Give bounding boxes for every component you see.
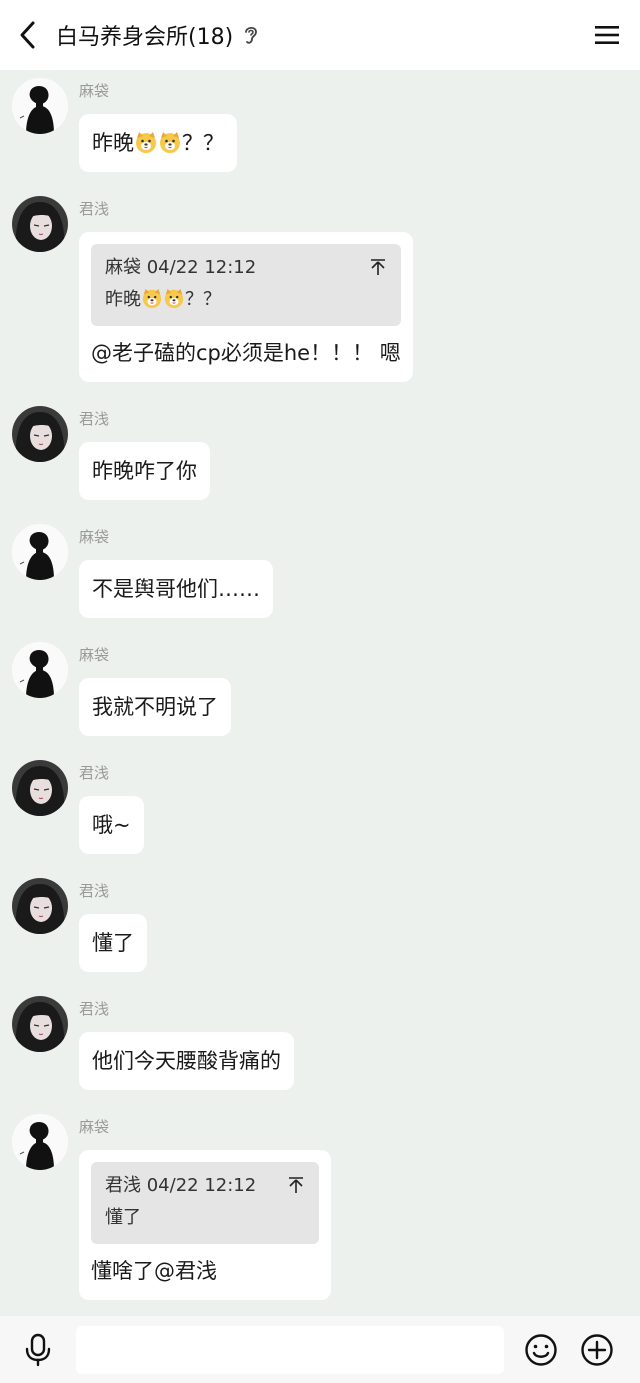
message-row: 君浅 懂了 (0, 878, 640, 972)
dog-emoji-icon (142, 288, 162, 309)
sender-name: 君浅 (79, 1000, 110, 1018)
message-bubble[interactable]: 不是舆哥他们…… (79, 560, 273, 618)
message-text: 哦~ (92, 813, 131, 837)
message-text: @老子磕的cp必须是he！！！ 嗯 (91, 341, 401, 365)
message-bubble[interactable]: 昨晚咋了你 (79, 442, 210, 500)
message-bubble[interactable]: 麻袋 04/22 12:12 昨晚 ？？ @老子磕的cp必须是he！！！ 嗯 (79, 232, 413, 382)
message-text: 懂啥了@君浅 (91, 1259, 217, 1283)
message-bubble[interactable]: 哦~ (79, 796, 144, 854)
sender-name: 君浅 (79, 200, 110, 218)
back-button[interactable] (0, 0, 56, 70)
message-row: 君浅 麻袋 04/22 12:12 昨晚 ？？ @老子磕的cp必须是he！！！ 嗯 (0, 196, 640, 382)
hamburger-menu-icon (595, 26, 619, 44)
avatar[interactable] (12, 196, 68, 252)
sender-name: 君浅 (79, 882, 110, 900)
quote-header: 君浅 04/22 12:12 (105, 1175, 257, 1196)
sender-name: 麻袋 (79, 82, 110, 100)
jump-to-quote-icon[interactable] (287, 1176, 305, 1194)
avatar[interactable] (12, 878, 68, 934)
avatar[interactable] (12, 78, 68, 134)
chat-message-list[interactable]: 麻袋 昨晚 ？？ 君浅 麻袋 04/22 12:12 昨晚 ？？ @老子磕的cp必须… (0, 70, 640, 1316)
microphone-icon (25, 1333, 51, 1366)
chat-title: 白马养身会所(18) (56, 25, 234, 50)
avatar[interactable] (12, 996, 68, 1052)
avatar[interactable] (12, 524, 68, 580)
quoted-message[interactable]: 麻袋 04/22 12:12 昨晚 ？？ (91, 244, 401, 326)
message-text: 懂了 (92, 931, 134, 955)
message-bubble[interactable]: 我就不明说了 (79, 678, 231, 736)
quote-text: 昨晚 ？？ (105, 286, 387, 314)
message-text: 昨晚咋了你 (92, 459, 197, 483)
message-row: 君浅 昨晚咋了你 (0, 406, 640, 500)
chevron-left-icon (20, 21, 35, 49)
message-row: 麻袋 我就不明说了 (0, 642, 640, 736)
sender-name: 麻袋 (79, 528, 110, 546)
chat-title-group[interactable]: 白马养身会所(18) (56, 19, 259, 51)
message-text: 他们今天腰酸背痛的 (92, 1049, 281, 1073)
message-text: 不是舆哥他们…… (92, 577, 260, 601)
smiley-icon[interactable] (524, 1333, 558, 1367)
jump-to-quote-icon[interactable] (369, 258, 387, 276)
message-bubble[interactable]: 他们今天腰酸背痛的 (79, 1032, 294, 1090)
input-bar (0, 1316, 640, 1383)
sender-name: 君浅 (79, 410, 110, 428)
quote-suffix: ？？ (185, 289, 221, 310)
message-bubble[interactable]: 懂了 (79, 914, 147, 972)
sender-name: 君浅 (79, 764, 110, 782)
quoted-message[interactable]: 君浅 04/22 12:12 懂了 (91, 1162, 319, 1244)
dog-emoji-icon (135, 131, 157, 154)
plus-circle-icon[interactable] (580, 1333, 614, 1367)
quote-header: 麻袋 04/22 12:12 (105, 257, 257, 278)
ear-icon (243, 24, 259, 46)
message-row: 君浅 哦~ (0, 760, 640, 854)
dog-emoji-icon (164, 288, 184, 309)
avatar[interactable] (12, 406, 68, 462)
message-row: 君浅 他们今天腰酸背痛的 (0, 996, 640, 1090)
dog-emoji-icon (159, 131, 181, 154)
menu-button[interactable] (592, 20, 622, 50)
message-text: 我就不明说了 (92, 695, 218, 719)
message-row: 麻袋 昨晚 ？？ (0, 78, 640, 172)
avatar[interactable] (12, 1114, 68, 1170)
message-input[interactable] (76, 1325, 504, 1374)
voice-button[interactable] (0, 1316, 76, 1383)
message-row: 麻袋 不是舆哥他们…… (0, 524, 640, 618)
message-bubble[interactable]: 昨晚 ？？ (79, 114, 237, 172)
message-row: 麻袋 君浅 04/22 12:12 懂了 懂啥了@君浅 (0, 1114, 640, 1300)
quote-text: 懂了 (105, 1207, 141, 1228)
sender-name: 麻袋 (79, 646, 110, 664)
quote-text-body: 昨晚 (105, 289, 141, 310)
avatar[interactable] (12, 642, 68, 698)
message-text: 昨晚 (92, 131, 134, 155)
top-bar: 白马养身会所(18) (0, 0, 640, 70)
message-suffix: ？？ (182, 131, 224, 155)
sender-name: 麻袋 (79, 1118, 110, 1136)
avatar[interactable] (12, 760, 68, 816)
message-bubble[interactable]: 君浅 04/22 12:12 懂了 懂啥了@君浅 (79, 1150, 331, 1300)
